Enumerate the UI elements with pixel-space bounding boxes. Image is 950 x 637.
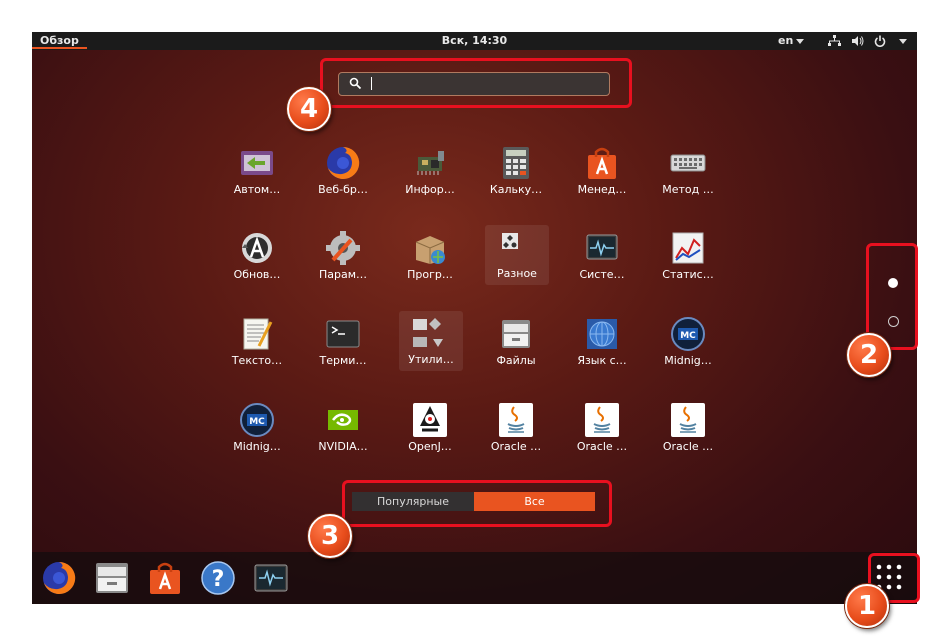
firefox-icon[interactable] xyxy=(41,560,77,596)
app-label: OpenJ… xyxy=(408,440,452,453)
app-item[interactable]: Кальку… xyxy=(481,145,551,215)
firefox-icon xyxy=(327,146,360,179)
utilities-folder-icon xyxy=(413,318,443,347)
midnight-commander-icon: MC xyxy=(240,403,274,437)
misc-folder-icon xyxy=(502,233,518,249)
app-item[interactable]: NVIDIA… xyxy=(308,402,378,472)
app-item[interactable]: Метод … xyxy=(653,145,723,215)
app-item[interactable]: Oracle … xyxy=(653,402,723,472)
system-tray[interactable] xyxy=(828,33,907,49)
software-center-icon[interactable] xyxy=(147,560,183,596)
app-item[interactable]: Тексто… xyxy=(222,316,292,386)
terminal-icon xyxy=(326,320,360,348)
dock: ? xyxy=(32,552,917,604)
app-label: Файлы xyxy=(496,354,536,367)
app-label: Парам… xyxy=(318,268,368,281)
java-icon xyxy=(499,403,533,437)
app-label: NVIDIA… xyxy=(318,440,368,453)
top-bar: Обзор Вск, 14:30 en xyxy=(32,32,917,50)
app-item[interactable]: MC Midnig… xyxy=(222,402,292,472)
app-item[interactable]: Oracle … xyxy=(481,402,551,472)
app-item[interactable]: Парам… xyxy=(308,230,378,300)
svg-text:MC: MC xyxy=(680,331,696,341)
svg-text:MC: MC xyxy=(249,417,265,427)
app-label: Прогр… xyxy=(407,268,453,281)
software-sources-icon xyxy=(415,236,445,264)
app-folder[interactable]: Разное xyxy=(485,225,549,285)
help-icon[interactable]: ? xyxy=(200,560,236,596)
app-label: Автом… xyxy=(233,183,281,196)
activities-underline xyxy=(32,47,87,49)
language-support-icon xyxy=(587,319,617,349)
files-icon[interactable] xyxy=(94,560,130,596)
app-item[interactable]: OpenJ… xyxy=(395,402,465,472)
system-monitor-icon xyxy=(586,234,618,260)
app-item[interactable]: Систе… xyxy=(567,230,637,300)
app-item[interactable]: Oracle … xyxy=(567,402,637,472)
app-item[interactable]: Автом… xyxy=(222,145,292,215)
svg-text:?: ? xyxy=(212,567,225,592)
text-editor-icon xyxy=(243,318,273,350)
app-item[interactable]: Язык с… xyxy=(567,316,637,386)
step-badge-2: 2 xyxy=(847,333,891,377)
app-label: Систе… xyxy=(579,268,625,281)
app-label: Тексто… xyxy=(231,354,283,367)
chevron-down-icon xyxy=(796,38,805,44)
step-badge-3: 3 xyxy=(308,514,352,558)
app-label: Инфор… xyxy=(405,183,455,196)
volume-icon xyxy=(852,36,864,46)
language-indicator[interactable]: en xyxy=(778,34,805,47)
app-item[interactable]: Прогр… xyxy=(395,230,465,300)
chevron-down-icon xyxy=(899,38,907,44)
language-label: en xyxy=(778,34,794,47)
step-badge-4: 4 xyxy=(287,87,331,131)
app-label: Midnig… xyxy=(664,354,712,367)
app-label: Oracle … xyxy=(662,440,714,453)
highlight-search xyxy=(320,58,632,108)
app-label: Обнов… xyxy=(233,268,281,281)
app-label: Веб-бр… xyxy=(318,183,368,196)
app-item[interactable]: Веб-бр… xyxy=(308,145,378,215)
app-label: Oracle … xyxy=(490,440,542,453)
power-statistics-icon xyxy=(672,232,704,264)
highlight-view-switcher xyxy=(342,480,612,527)
software-center-icon xyxy=(588,147,616,179)
java-icon xyxy=(413,403,447,437)
app-label: Утили… xyxy=(408,353,454,366)
software-updater-icon xyxy=(242,233,272,263)
app-label: Статис… xyxy=(662,268,714,281)
keyboard-icon xyxy=(670,154,706,172)
app-item[interactable]: Обнов… xyxy=(222,230,292,300)
app-item[interactable]: MC Midnig… xyxy=(653,316,723,386)
app-label: Менед… xyxy=(577,183,627,196)
app-label: Midnig… xyxy=(233,440,281,453)
app-item[interactable]: Менед… xyxy=(567,145,637,215)
hardware-info-icon xyxy=(417,151,444,175)
files-icon xyxy=(502,320,530,348)
settings-icon xyxy=(326,231,360,265)
app-item[interactable]: Статис… xyxy=(653,230,723,300)
app-item[interactable]: Терми… xyxy=(308,316,378,386)
midnight-commander-icon: MC xyxy=(671,317,705,351)
app-label: Терми… xyxy=(319,354,367,367)
step-badge-1: 1 xyxy=(845,584,889,628)
app-item[interactable]: Файлы xyxy=(481,316,551,386)
system-monitor-icon[interactable] xyxy=(253,560,289,596)
app-label: Кальку… xyxy=(489,183,543,196)
app-folder[interactable]: Утили… xyxy=(399,311,463,371)
java-icon xyxy=(585,403,619,437)
app-item[interactable]: Инфор… xyxy=(395,145,465,215)
network-icon xyxy=(828,35,841,46)
text-replace-icon xyxy=(241,151,273,175)
power-icon xyxy=(874,35,886,47)
app-label: Разное xyxy=(497,267,537,280)
app-label: Язык с… xyxy=(577,354,627,367)
app-label: Метод … xyxy=(662,183,714,196)
calculator-icon xyxy=(503,147,529,179)
app-label: Oracle … xyxy=(576,440,628,453)
nvidia-icon xyxy=(328,410,358,430)
java-icon xyxy=(671,403,705,437)
